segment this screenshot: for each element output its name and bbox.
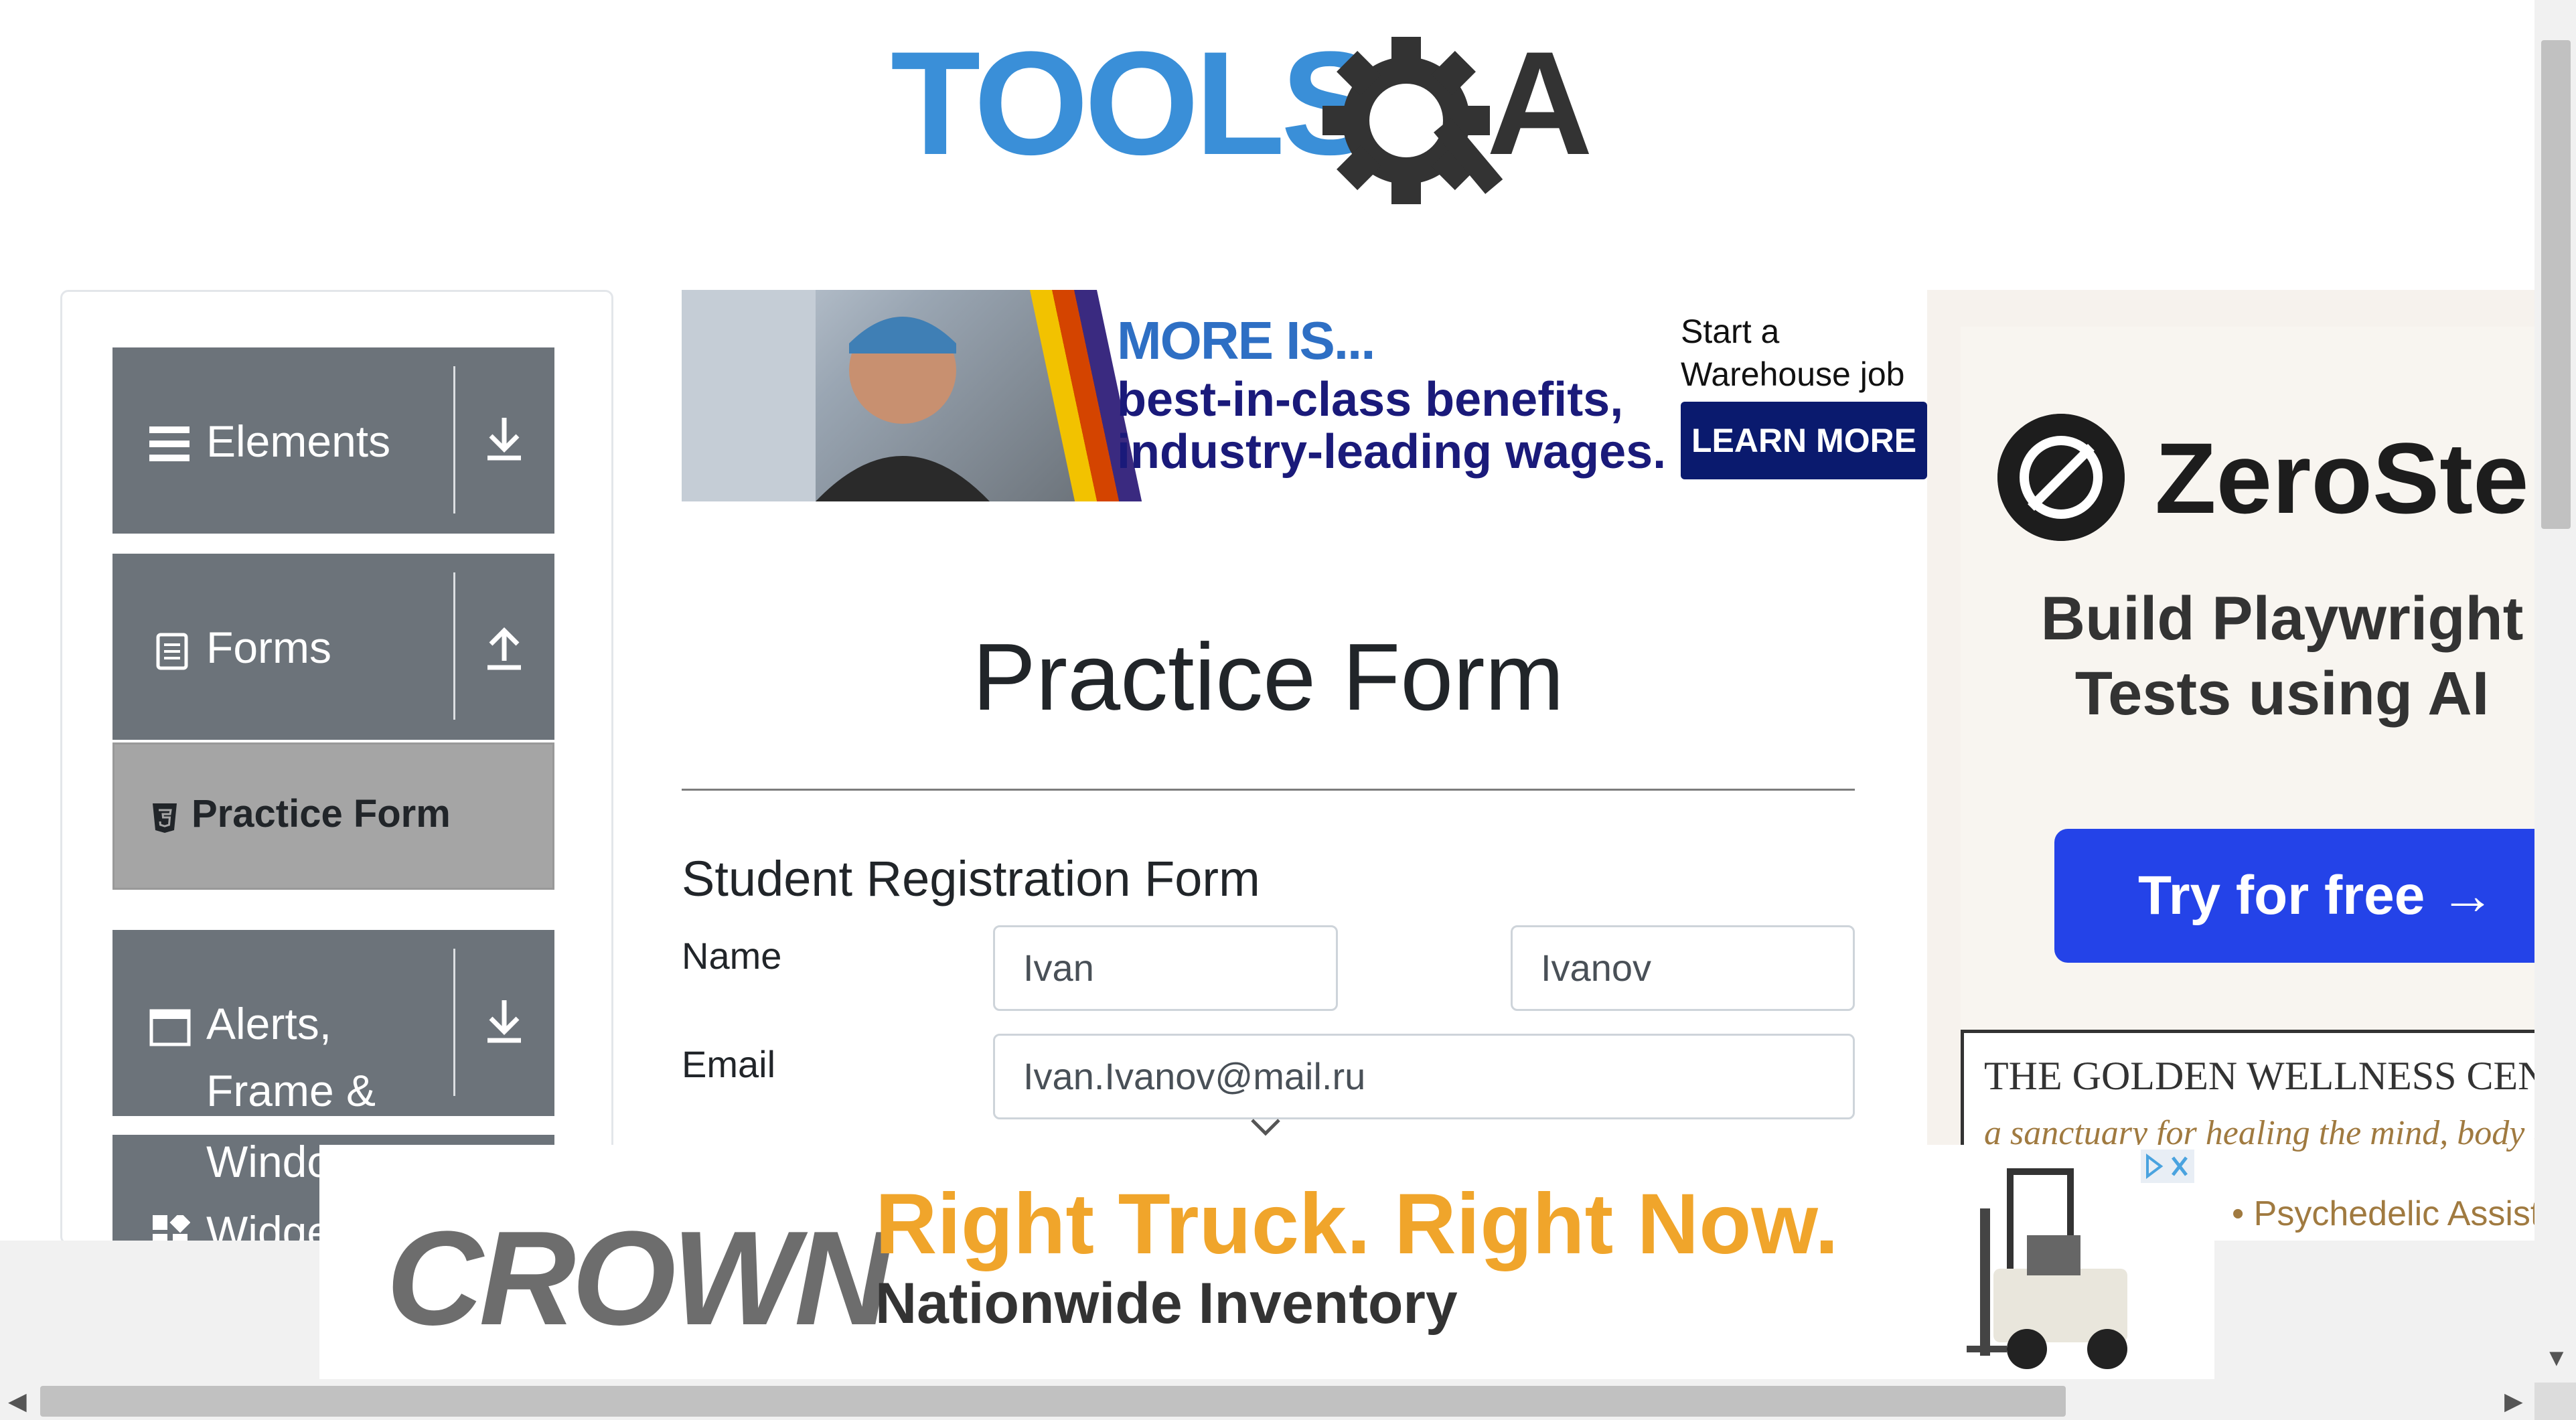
site-logo[interactable]: TOOLS A	[891, 21, 1661, 214]
ad-brand: CROWN	[386, 1204, 891, 1353]
hamburger-icon	[149, 426, 190, 461]
divider	[112, 1116, 554, 1135]
learn-more-button[interactable]: LEARN MORE	[1681, 402, 1927, 479]
ad-headline: Right Truck. Right Now.	[875, 1176, 1839, 1272]
download-icon[interactable]	[474, 990, 534, 1050]
chevron-down-icon	[1251, 1119, 1280, 1136]
form-heading: Student Registration Form	[682, 851, 1260, 906]
ad-headline: MORE IS...	[1117, 311, 1375, 370]
window-icon	[149, 1009, 191, 1046]
page-title: Practice Form	[972, 624, 1564, 730]
sidebar-group-label: Elements	[206, 416, 391, 466]
bottom-banner-ad[interactable]: CROWN Right Truck. Right Now. Nationwide…	[319, 1145, 2214, 1379]
email-label: Email	[682, 1043, 776, 1085]
sidebar: Elements Forms Practice Form Alerts, Fra…	[60, 290, 613, 1245]
header: TOOLS A	[0, 0, 2534, 281]
scroll-right-icon[interactable]: ▶	[2504, 1389, 2523, 1413]
sidebar-group-alerts-frame-windows[interactable]: Alerts, Frame &	[112, 930, 554, 1116]
name-label: Name	[682, 935, 782, 977]
horizontal-scroll-thumb[interactable]	[40, 1386, 2066, 1417]
sidebar-group-label: Forms	[206, 623, 331, 672]
sidebar-group-elements[interactable]: Elements	[112, 347, 554, 534]
divider	[453, 949, 455, 1096]
divider	[682, 789, 1855, 791]
zerostep-logo-icon	[1997, 414, 2125, 541]
scroll-down-icon[interactable]: ▼	[2545, 1346, 2569, 1370]
divider	[453, 572, 455, 720]
ad-subline: Build Playwright Tests using AI	[2040, 584, 2524, 728]
upload-icon[interactable]	[474, 614, 534, 674]
forklift-image	[1967, 1168, 2127, 1369]
form-list-icon	[156, 633, 188, 670]
last-name-input[interactable]: Ivanov	[1511, 925, 1855, 1011]
ad-bullet: • Psychedelic Assisted	[2232, 1194, 2534, 1233]
top-banner-ad[interactable]: MORE IS... best-in-class benefits, indus…	[682, 290, 1927, 501]
ad-choices-icon[interactable]	[2141, 1150, 2194, 1183]
ad-photo	[682, 290, 1090, 501]
scrollbar-corner	[2534, 1383, 2576, 1420]
sidebar-group-label: Windo	[206, 1137, 332, 1186]
sidebar-group-forms[interactable]: Forms	[112, 554, 554, 740]
sidebar-item-label: Practice Form	[192, 792, 451, 836]
widgets-icon	[153, 1215, 190, 1243]
vertical-scroll-thumb[interactable]	[2541, 40, 2571, 529]
sidebar-group-label: Alerts, Frame &	[206, 999, 376, 1115]
first-name-input[interactable]: Ivan	[993, 925, 1338, 1011]
right-side-ad[interactable]: ZeroStep Build Playwright Tests using AI…	[1927, 290, 2534, 1241]
scroll-left-icon[interactable]: ◀	[8, 1389, 27, 1413]
ad-title: THE GOLDEN WELLNESS CENTER	[1984, 1054, 2534, 1098]
sidebar-group-label: Widge	[206, 1207, 332, 1243]
sidebar-item-practice-form[interactable]: Practice Form	[112, 742, 554, 890]
svg-text:TOOLS: TOOLS	[891, 27, 1375, 185]
email-input[interactable]: Ivan.Ivanov@mail.ru	[993, 1034, 1855, 1119]
divider	[453, 366, 455, 514]
html5-badge-icon	[153, 803, 177, 833]
try-for-free-button[interactable]: Try for free →	[2054, 829, 2534, 963]
svg-text:A: A	[1487, 27, 1593, 185]
ad-subline: Nationwide Inventory	[875, 1271, 1458, 1336]
ad-brand: ZeroStep	[2155, 422, 2534, 534]
download-icon[interactable]	[474, 408, 534, 468]
ad-benefits: best-in-class benefits, industry-leading…	[1117, 373, 1667, 479]
